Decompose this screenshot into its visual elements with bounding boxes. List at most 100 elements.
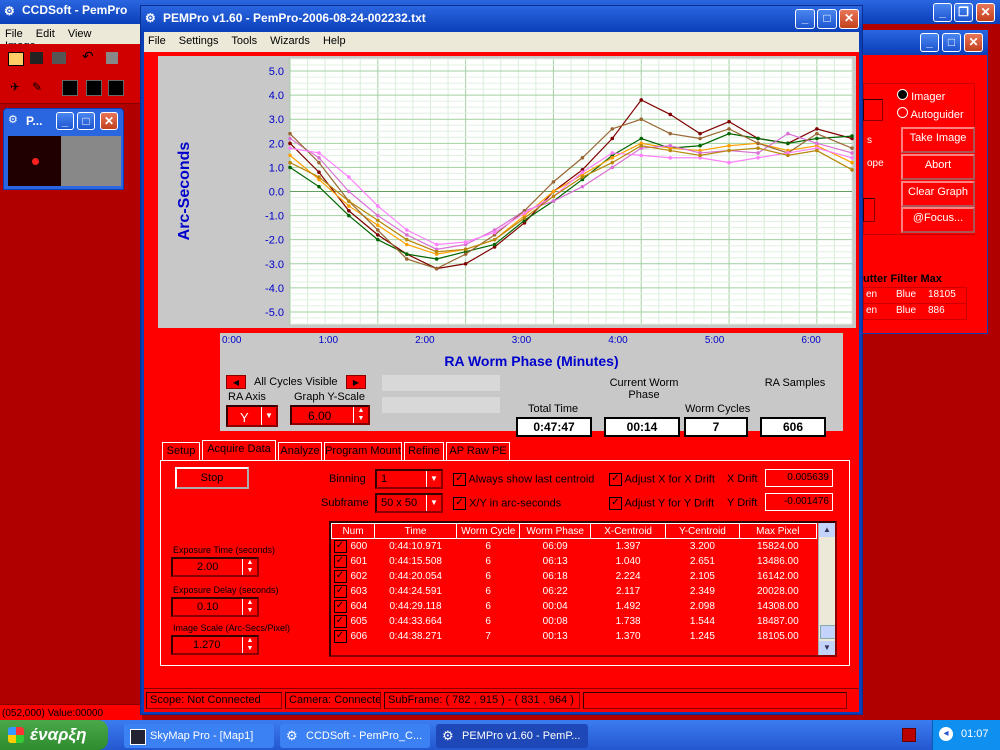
toolbar-print-icon[interactable] bbox=[52, 52, 66, 64]
clear-graph-button[interactable]: Clear Graph bbox=[901, 181, 975, 207]
col-num[interactable]: Num bbox=[331, 523, 376, 539]
row-check-icon[interactable]: ✓ bbox=[333, 615, 347, 628]
start-button[interactable]: έναρξη bbox=[0, 720, 108, 750]
table-row[interactable]: ✓ 606 0:44:38.271 7 00:13 1.370 1.245 18105.00 bbox=[332, 629, 817, 644]
subframe-select[interactable]: 50 x 50 ▼ bbox=[375, 493, 443, 513]
toolbar-frame1-icon[interactable] bbox=[62, 80, 78, 96]
pempro-close-button[interactable]: ✕ bbox=[839, 9, 859, 29]
exposure-delay-stepper[interactable]: 0.10 ▲ ▼ bbox=[171, 597, 259, 617]
ccdsoft-minimize-button[interactable]: _ bbox=[933, 3, 952, 22]
binning-select[interactable]: 1 ▼ bbox=[375, 469, 443, 489]
scroll-thumb[interactable] bbox=[820, 625, 835, 639]
toolbar-undo-icon[interactable]: ↶ bbox=[82, 48, 94, 65]
ra-axis-dropdown-icon[interactable]: ▼ bbox=[261, 407, 276, 425]
y-scale-stepper[interactable]: 6.00 ▲ ▼ bbox=[290, 405, 370, 425]
adjust-y-checkbox[interactable]: ✓ Adjust Y for Y Drift bbox=[609, 497, 714, 510]
mini-minimize-button[interactable]: _ bbox=[56, 112, 74, 130]
row-check-icon[interactable]: ✓ bbox=[333, 600, 347, 613]
binning-dropdown-icon[interactable]: ▼ bbox=[426, 471, 441, 487]
ccdsoft-menu-edit[interactable]: Edit bbox=[36, 28, 55, 40]
adjust-x-checkbox[interactable]: ✓ Adjust X for X Drift bbox=[609, 473, 715, 486]
exposure-delay-spin-icon[interactable]: ▲ ▼ bbox=[242, 599, 257, 615]
stop-button[interactable]: Stop bbox=[175, 467, 249, 489]
pempro-menu-file[interactable]: File bbox=[148, 35, 166, 47]
tray-network-icon[interactable]: ◂ bbox=[939, 727, 953, 741]
abort-button[interactable]: Abort bbox=[901, 154, 975, 180]
pempro-menu-tools[interactable]: Tools bbox=[231, 35, 257, 47]
image-scale-stepper[interactable]: 1.270 ▲ ▼ bbox=[171, 635, 259, 655]
y-scale-spin-icon[interactable]: ▲ ▼ bbox=[353, 407, 368, 423]
tray-app-icon[interactable] bbox=[902, 728, 916, 742]
exposure-time-stepper[interactable]: 2.00 ▲ ▼ bbox=[171, 557, 259, 577]
table-row[interactable]: ✓ 602 0:44:20.054 6 06:18 2.224 2.105 16142.00 bbox=[332, 569, 817, 584]
toolbar-copy-icon[interactable] bbox=[106, 52, 118, 64]
tab-analyze[interactable]: Analyze bbox=[278, 442, 322, 460]
right-radio-imager[interactable]: Imager bbox=[897, 89, 945, 103]
status-subframe: SubFrame: ( 782 , 915 ) - ( 831 , 964 ) bbox=[384, 692, 580, 709]
col-y-centroid[interactable]: Y-Centroid bbox=[665, 523, 740, 539]
scroll-down-arrow[interactable]: ▼ bbox=[819, 641, 835, 655]
cycles-prev-button[interactable]: ◀ bbox=[226, 375, 246, 389]
ra-axis-select[interactable]: Y ▼ bbox=[226, 405, 278, 427]
row-check-icon[interactable]: ✓ bbox=[333, 630, 347, 643]
toolbar-camera-icon[interactable]: ✎ bbox=[32, 80, 42, 94]
table-scrollbar[interactable]: ▲ ▼ bbox=[818, 523, 835, 655]
toolbar-telescope-icon[interactable]: ✈ bbox=[10, 80, 20, 94]
task-skymap[interactable]: SkyMap Pro - [Map1] bbox=[124, 724, 274, 748]
row-check-icon[interactable]: ✓ bbox=[333, 570, 347, 583]
series-point bbox=[610, 165, 615, 170]
toolbar-frame3-icon[interactable] bbox=[108, 80, 124, 96]
right-close-button[interactable]: ✕ bbox=[964, 33, 983, 52]
focus-button[interactable]: @Focus... bbox=[901, 207, 975, 233]
row-check-icon[interactable]: ✓ bbox=[333, 585, 347, 598]
ccdsoft-close-button[interactable]: ✕ bbox=[976, 3, 995, 22]
task-pempro[interactable]: ⚙ PEMPro v1.60 - PemP... bbox=[436, 724, 588, 748]
tab-ap-raw-pe[interactable]: AP Raw PE bbox=[446, 442, 510, 460]
col-max-pixel[interactable]: Max Pixel bbox=[738, 523, 818, 539]
toolbar-frame2-icon[interactable] bbox=[86, 80, 102, 96]
exposure-time-spin-icon[interactable]: ▲ ▼ bbox=[242, 559, 257, 575]
pempro-menu-settings[interactable]: Settings bbox=[179, 35, 219, 47]
right-maximize-button[interactable]: □ bbox=[942, 33, 961, 52]
tab-setup[interactable]: Setup bbox=[162, 442, 200, 460]
right-minimize-button[interactable]: _ bbox=[920, 33, 939, 52]
table-row[interactable]: ✓ 603 0:44:24.591 6 06:22 2.117 2.349 20028.00 bbox=[332, 584, 817, 599]
ccdsoft-menu-file[interactable]: File bbox=[5, 28, 23, 40]
table-row[interactable]: ✓ 600 0:44:10.971 6 06:09 1.397 3.200 15824.00 bbox=[332, 539, 817, 555]
col-x-centroid[interactable]: X-Centroid bbox=[589, 523, 667, 539]
tab-acquire-data[interactable]: Acquire Data bbox=[202, 440, 276, 460]
pempro-minimize-button[interactable]: _ bbox=[795, 9, 815, 29]
ccdsoft-restore-button[interactable]: ❐ bbox=[954, 3, 973, 22]
ccdsoft-menu-view[interactable]: View bbox=[68, 28, 92, 40]
pempro-menu-help[interactable]: Help bbox=[323, 35, 346, 47]
col-worm-cycle[interactable]: Worm Cycle bbox=[456, 523, 521, 539]
take-image-button[interactable]: Take Image bbox=[901, 127, 975, 153]
mini-image-window[interactable]: ⚙ P... _ □ ✕ bbox=[3, 108, 124, 190]
mini-close-button[interactable]: ✕ bbox=[100, 112, 118, 130]
toolbar-save-icon[interactable] bbox=[30, 52, 43, 64]
xy-arcsec-checkbox[interactable]: ✓ X/Y in arc-seconds bbox=[453, 497, 561, 510]
worm-cycles-label: Worm Cycles bbox=[685, 403, 751, 415]
tab-refine[interactable]: Refine bbox=[404, 442, 444, 460]
pempro-maximize-button[interactable]: □ bbox=[817, 9, 837, 29]
table-row[interactable]: ✓ 605 0:44:33.664 6 00:08 1.738 1.544 18487.00 bbox=[332, 614, 817, 629]
series-point bbox=[815, 141, 819, 146]
scroll-up-arrow[interactable]: ▲ bbox=[819, 523, 835, 537]
cycles-next-button[interactable]: ▶ bbox=[346, 375, 366, 389]
table-row[interactable]: ✓ 604 0:44:29.118 6 00:04 1.492 2.098 14308.00 bbox=[332, 599, 817, 614]
always-show-checkbox[interactable]: ✓ Always show last centroid bbox=[453, 473, 594, 486]
row-check-icon[interactable]: ✓ bbox=[333, 555, 347, 568]
image-scale-spin-icon[interactable]: ▲ ▼ bbox=[242, 637, 257, 653]
subframe-dropdown-icon[interactable]: ▼ bbox=[426, 495, 441, 511]
mini-maximize-button[interactable]: □ bbox=[77, 112, 95, 130]
toolbar-open-icon[interactable] bbox=[8, 52, 24, 66]
row-check-icon[interactable]: ✓ bbox=[333, 540, 347, 553]
col-worm-phase[interactable]: Worm Phase bbox=[519, 523, 591, 539]
table-row[interactable]: ✓ 601 0:44:15.508 6 06:13 1.040 2.651 13486.00 bbox=[332, 554, 817, 569]
col-time[interactable]: Time bbox=[374, 523, 458, 539]
right-radio-autoguider[interactable]: Autoguider bbox=[897, 107, 964, 121]
pempro-menu-wizards[interactable]: Wizards bbox=[270, 35, 310, 47]
tab-program-mount[interactable]: Program Mount bbox=[324, 442, 402, 460]
task-ccdsoft[interactable]: ⚙ CCDSoft - PemPro_C... bbox=[280, 724, 430, 748]
right-dropdown-stub[interactable] bbox=[863, 99, 883, 121]
